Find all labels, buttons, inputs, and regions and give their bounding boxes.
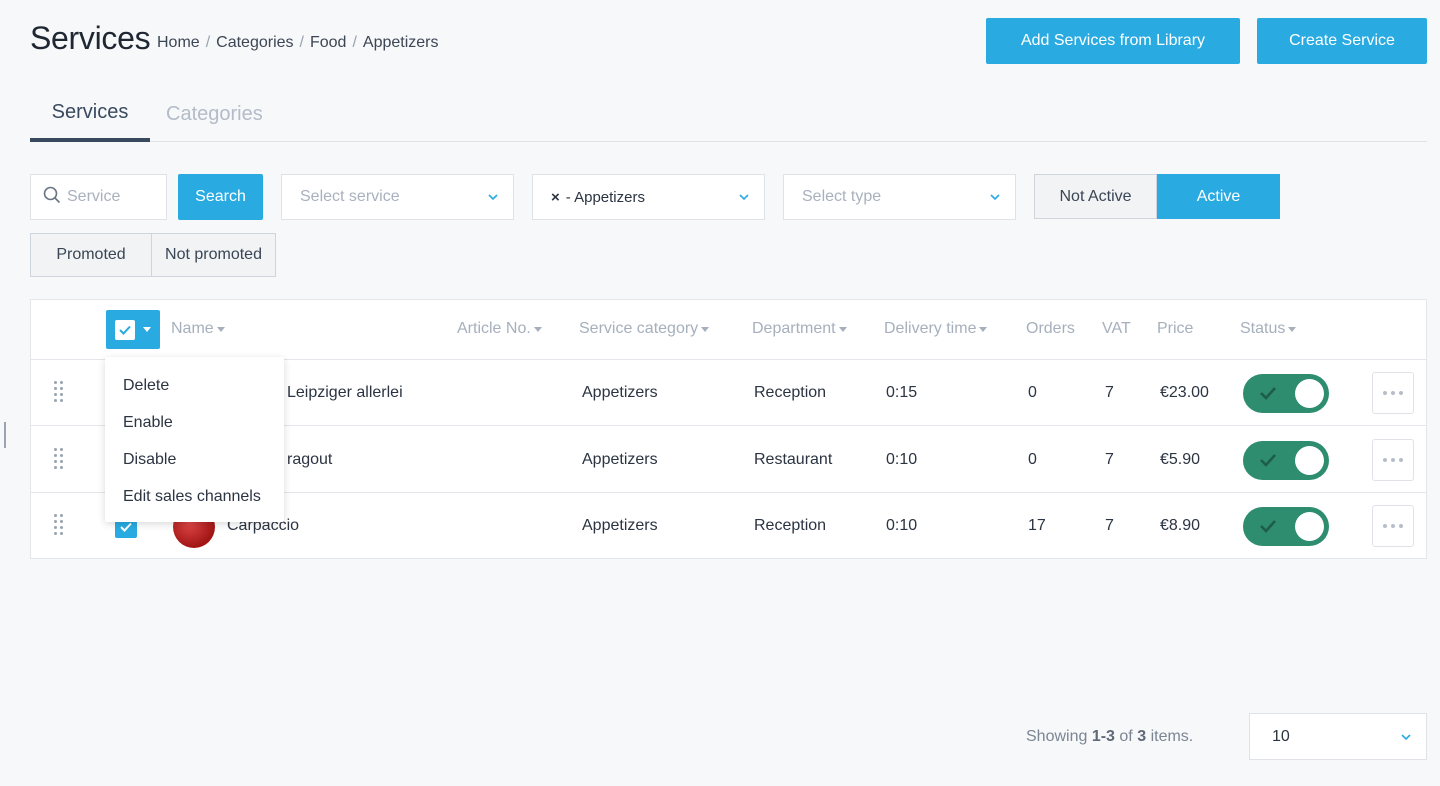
price: €5.90: [1160, 451, 1201, 468]
column-header-price: Price: [1157, 320, 1194, 337]
tab-categories[interactable]: Categories: [166, 86, 263, 142]
drag-handle-icon[interactable]: [54, 448, 66, 470]
delivery-time: 0:15: [886, 384, 918, 401]
service-category: Appetizers: [582, 517, 658, 534]
not-active-button[interactable]: Not Active: [1034, 174, 1157, 219]
service-category: Appetizers: [582, 451, 658, 468]
search-input[interactable]: [67, 188, 157, 206]
check-icon: [1259, 518, 1277, 539]
breadcrumb-separator: /: [205, 34, 211, 51]
status-toggle[interactable]: [1243, 441, 1329, 480]
service-category: Appetizers: [582, 384, 658, 401]
breadcrumb-home[interactable]: Home: [157, 34, 200, 52]
service-select-placeholder: Select service: [300, 188, 400, 205]
chevron-down-icon: [487, 190, 499, 208]
toggle-knob: [1295, 512, 1324, 541]
toggle-knob: [1295, 446, 1324, 475]
sort-caret-icon: [701, 326, 710, 332]
add-services-from-library-button[interactable]: Add Services from Library: [986, 18, 1240, 64]
breadcrumb: Home / Categories / Food / Appetizers: [157, 34, 438, 52]
pagination-summary: Showing 1-3 of 3 items.: [1026, 728, 1194, 745]
chip-remove-icon[interactable]: ×: [551, 189, 560, 206]
column-header-status[interactable]: Status: [1240, 320, 1297, 338]
department: Reception: [754, 517, 827, 534]
category-chip-label: - Appetizers: [565, 188, 645, 206]
service-name[interactable]: Leipziger allerlei: [287, 384, 403, 402]
type-select[interactable]: Select type: [783, 174, 1016, 220]
breadcrumb-food[interactable]: Food: [310, 34, 346, 52]
type-select-placeholder: Select type: [802, 188, 882, 205]
menu-item-disable[interactable]: Disable: [105, 441, 284, 478]
column-header-service-category[interactable]: Service category: [579, 320, 710, 338]
table-header: Name Article No. Service category Depart…: [31, 300, 1426, 360]
vat: 7: [1105, 384, 1114, 401]
check-icon: [1259, 385, 1277, 406]
page-size-value: 10: [1272, 727, 1290, 745]
not-promoted-button[interactable]: Not promoted: [152, 233, 276, 277]
price: €8.90: [1160, 517, 1201, 534]
chevron-down-icon: [989, 190, 1001, 208]
search-field[interactable]: [30, 174, 167, 220]
column-header-orders: Orders: [1026, 320, 1075, 337]
column-header-name[interactable]: Name: [171, 320, 225, 338]
price: €23.00: [1160, 384, 1209, 401]
promoted-filter-toggle: Promoted Not promoted: [30, 233, 276, 277]
create-service-button[interactable]: Create Service: [1257, 18, 1427, 64]
category-chip: × - Appetizers: [551, 189, 645, 206]
tabs: Services Categories: [30, 86, 1427, 142]
menu-item-enable[interactable]: Enable: [105, 404, 284, 441]
check-icon: [1259, 452, 1277, 473]
search-icon: [43, 186, 61, 209]
caret-down-icon: [143, 327, 151, 332]
breadcrumb-categories[interactable]: Categories: [216, 34, 293, 52]
sort-caret-icon: [216, 326, 225, 332]
more-actions-button[interactable]: [1372, 372, 1414, 414]
department: Restaurant: [754, 451, 833, 468]
breadcrumb-separator: /: [352, 34, 357, 51]
service-select[interactable]: Select service: [281, 174, 514, 220]
search-button[interactable]: Search: [178, 174, 263, 220]
chevron-down-icon: [1400, 730, 1412, 748]
chevron-down-icon: [738, 190, 750, 208]
sort-caret-icon: [979, 326, 988, 332]
select-all-checkbox[interactable]: [115, 319, 135, 340]
delivery-time: 0:10: [886, 517, 918, 534]
drag-handle-icon[interactable]: [54, 514, 66, 536]
status-toggle[interactable]: [1243, 374, 1329, 413]
sort-caret-icon: [1288, 326, 1297, 332]
active-filter-toggle: Not Active Active: [1034, 174, 1280, 219]
toggle-knob: [1295, 379, 1324, 408]
vat: 7: [1105, 451, 1114, 468]
sort-caret-icon: [838, 326, 847, 332]
column-header-department[interactable]: Department: [752, 320, 847, 338]
breadcrumb-separator: /: [299, 34, 304, 51]
sidebar-collapse-handle[interactable]: [4, 422, 6, 448]
vat: 7: [1105, 517, 1114, 534]
column-header-article-no[interactable]: Article No.: [457, 320, 542, 338]
column-header-vat: VAT: [1102, 320, 1131, 337]
orders: 0: [1028, 384, 1037, 401]
active-button[interactable]: Active: [1157, 174, 1280, 219]
menu-item-delete[interactable]: Delete: [105, 367, 284, 404]
sort-caret-icon: [533, 326, 542, 332]
drag-handle-icon[interactable]: [54, 381, 66, 403]
bulk-select-button[interactable]: [106, 310, 160, 349]
orders: 0: [1028, 451, 1037, 468]
column-header-delivery-time[interactable]: Delivery time: [884, 320, 988, 338]
page-title: Services: [30, 20, 151, 56]
more-actions-button[interactable]: [1372, 505, 1414, 547]
status-toggle[interactable]: [1243, 507, 1329, 546]
orders: 17: [1028, 517, 1046, 534]
page-size-select[interactable]: 10: [1249, 713, 1427, 760]
bulk-actions-menu: Delete Enable Disable Edit sales channel…: [105, 357, 284, 522]
tab-services[interactable]: Services: [30, 86, 150, 142]
menu-item-edit-sales-channels[interactable]: Edit sales channels: [105, 478, 284, 515]
promoted-button[interactable]: Promoted: [30, 233, 152, 277]
category-select[interactable]: × - Appetizers: [532, 174, 765, 220]
service-name[interactable]: ragout: [287, 451, 332, 469]
breadcrumb-appetizers[interactable]: Appetizers: [363, 34, 439, 52]
more-actions-button[interactable]: [1372, 439, 1414, 481]
department: Reception: [754, 384, 827, 401]
delivery-time: 0:10: [886, 451, 918, 468]
